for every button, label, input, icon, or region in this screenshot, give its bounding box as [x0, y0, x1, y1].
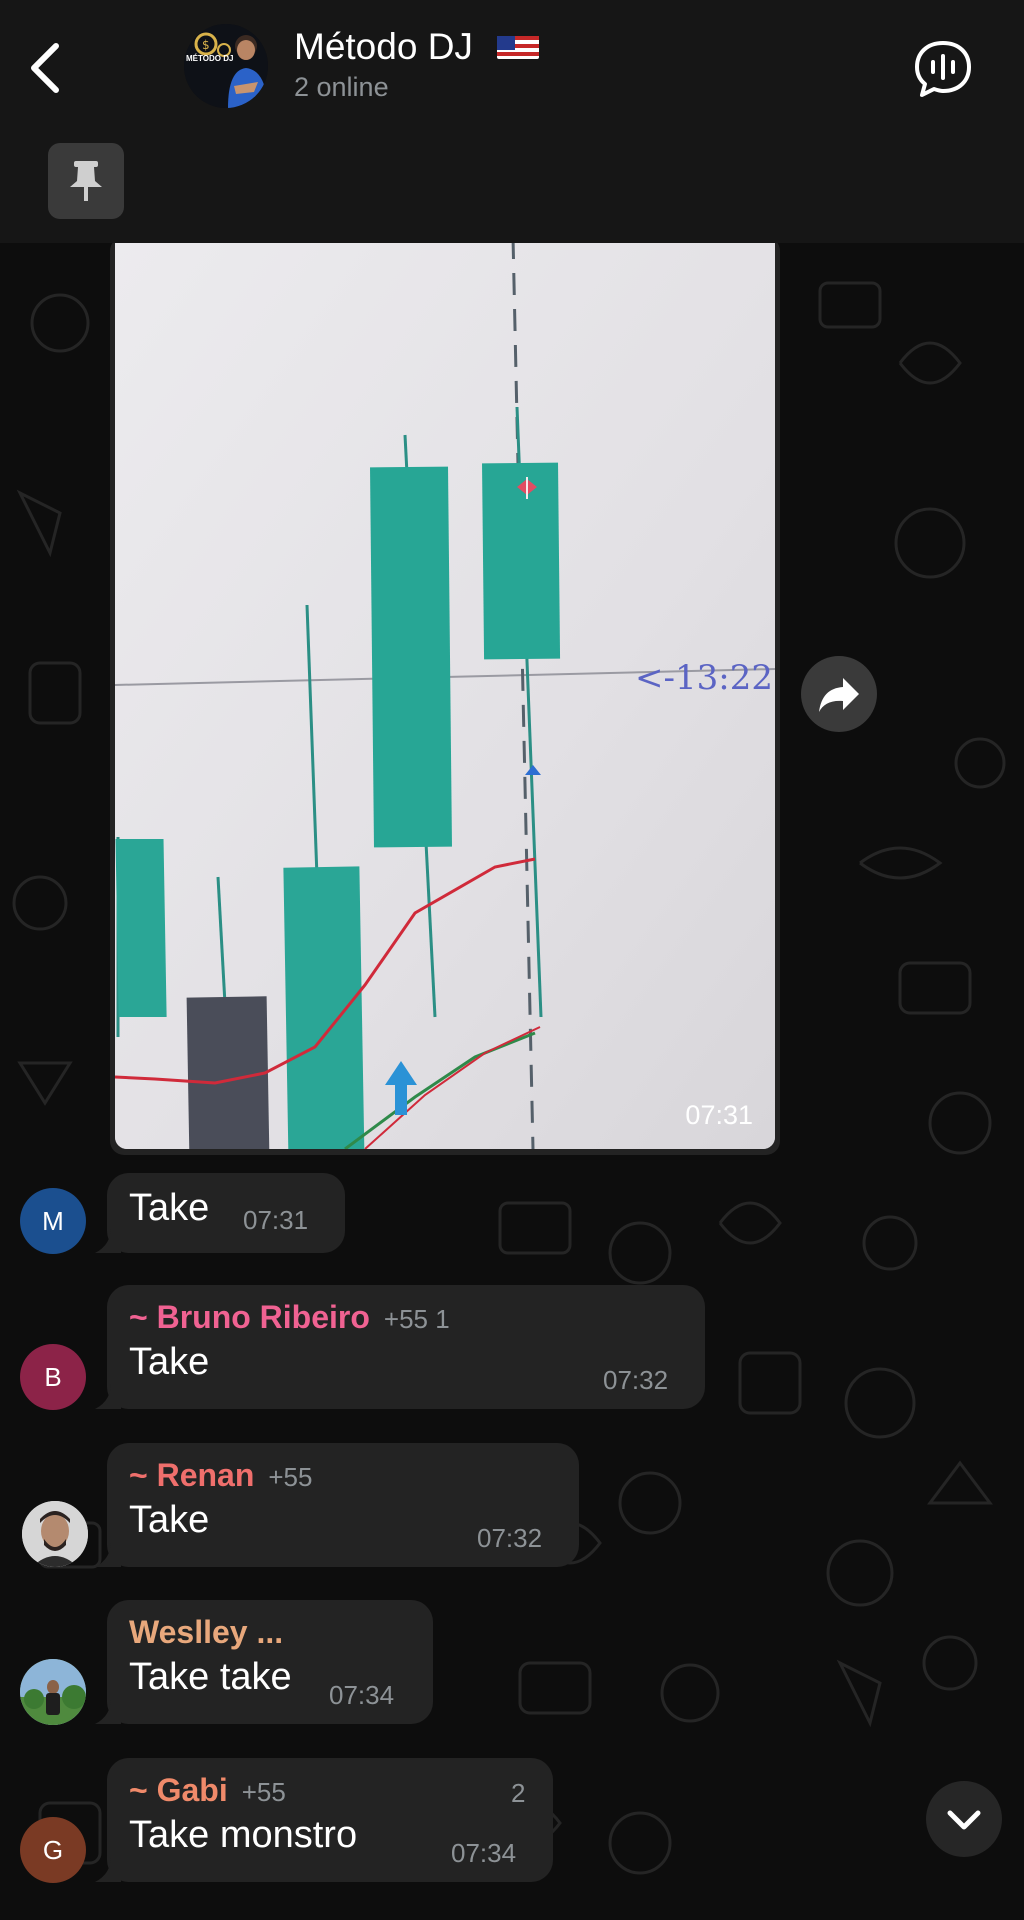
avatar[interactable]: [22, 1501, 88, 1567]
voice-chat-button[interactable]: [912, 38, 974, 100]
avatar[interactable]: M: [20, 1188, 86, 1254]
avatar-letter: B: [44, 1361, 62, 1392]
pin-icon: [70, 161, 102, 201]
bubble-tail: [95, 1227, 121, 1253]
message-text: Take: [129, 1499, 210, 1541]
sender-name-text: Weslley ...: [129, 1614, 284, 1650]
chat-title[interactable]: Método DJ: [294, 26, 540, 68]
message-text: Take: [129, 1187, 210, 1229]
photo-message[interactable]: <-13:22 07:31: [110, 243, 780, 1155]
sender-name[interactable]: ~ Gabi +55: [129, 1772, 286, 1809]
message-time: 07:31: [243, 1205, 309, 1235]
sender-extra: 2: [511, 1778, 526, 1808]
chevron-left-icon: [31, 43, 59, 93]
forward-icon: [819, 678, 859, 712]
chart-time-label: <-13:22: [635, 658, 773, 698]
sender-name-text: ~ Renan: [129, 1457, 255, 1493]
sender-name[interactable]: Weslley ...: [129, 1614, 283, 1651]
avatar-letter: M: [42, 1205, 64, 1236]
forward-button[interactable]: [801, 656, 877, 732]
bubble-tail: [95, 1383, 121, 1409]
message-time: 07:31: [685, 1100, 753, 1130]
back-button[interactable]: [22, 38, 72, 98]
bubble-tail: [95, 1698, 121, 1724]
candlestick-chart-photo: <-13:22: [115, 243, 775, 1149]
pinned-message-button[interactable]: [48, 143, 124, 219]
sender-name[interactable]: ~ Bruno Ribeiro +55 1: [129, 1299, 450, 1336]
chat-header: $ MÉTODO DJ Método DJ 2 online: [0, 0, 1024, 143]
avatar[interactable]: B: [20, 1344, 86, 1410]
chat-title-text: Método DJ: [294, 26, 473, 67]
avatar[interactable]: [20, 1659, 86, 1725]
bubble-tail: [95, 1856, 121, 1882]
sender-name-text: ~ Bruno Ribeiro: [129, 1299, 370, 1335]
scroll-down-button[interactable]: [926, 1781, 1002, 1857]
message-bubble[interactable]: Take 07:31: [95, 1173, 345, 1253]
sender-phone: +55: [241, 1777, 286, 1807]
sender-name[interactable]: ~ Renan +55: [129, 1457, 312, 1494]
message-bubble[interactable]: ~ Bruno Ribeiro +55 1 Take 07:32: [95, 1285, 705, 1409]
pinned-bar: [0, 143, 1024, 243]
avatar[interactable]: G: [20, 1817, 86, 1883]
message-bubble[interactable]: Weslley ... Take take 07:34: [95, 1600, 433, 1724]
group-avatar[interactable]: $ MÉTODO DJ: [184, 24, 268, 108]
avatar-photo: [22, 1501, 88, 1567]
sender-phone: +55: [268, 1462, 313, 1492]
message-bubble[interactable]: ~ Gabi +55 2 Take monstro 07:34: [95, 1758, 553, 1882]
chevron-down-icon: [947, 1810, 981, 1830]
message-time: 07:34: [329, 1680, 395, 1710]
sender-name-text: ~ Gabi: [129, 1772, 228, 1808]
message-text: Take take: [129, 1656, 292, 1698]
group-avatar-text: MÉTODO DJ: [186, 54, 234, 63]
message-text: Take monstro: [129, 1814, 358, 1856]
bubble-tail: [95, 1541, 121, 1567]
message-time: 07:32: [603, 1365, 669, 1395]
us-flag-icon: [497, 31, 540, 60]
group-avatar-image: $: [184, 24, 268, 108]
chart-photo[interactable]: <-13:22 07:31: [115, 243, 775, 1149]
chat-subtitle: 2 online: [294, 72, 389, 102]
message-text: Take: [129, 1341, 210, 1383]
svg-text:$: $: [202, 38, 210, 52]
chat-area[interactable]: <-13:22 07:31 M Take 07:31 B ~ Bruno Rib…: [0, 243, 1024, 1920]
sender-phone: +55 1: [383, 1304, 450, 1334]
message-time: 07:34: [451, 1838, 517, 1868]
voice-chat-icon: [915, 41, 971, 97]
message-bubble[interactable]: ~ Renan +55 Take 07:32: [95, 1443, 579, 1567]
avatar-letter: G: [42, 1834, 64, 1865]
message-time: 07:32: [477, 1523, 543, 1553]
avatar-photo: [20, 1659, 86, 1725]
